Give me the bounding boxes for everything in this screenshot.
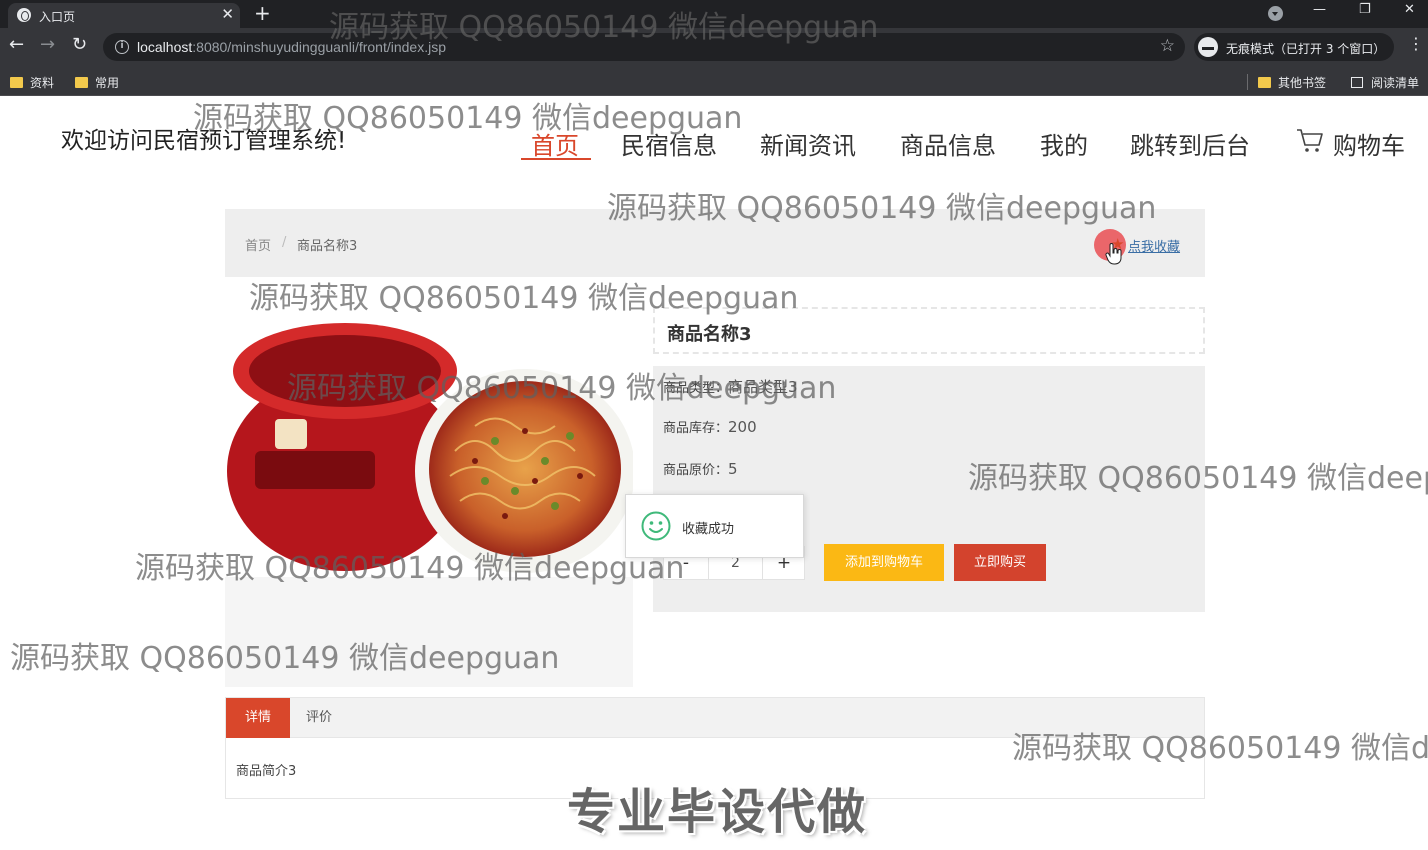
forward-arrow-icon[interactable]: → <box>40 36 55 54</box>
breadcrumb: 首页 / 商品名称3 ★ 点我收藏 <box>225 209 1205 277</box>
nav-mine[interactable]: 我的 <box>1040 126 1088 161</box>
globe-icon <box>17 8 31 22</box>
product-image <box>225 301 633 577</box>
product-description: 商品简介3 <box>236 764 297 779</box>
address-bar[interactable]: i localhost:8080/minshuyudingguanli/fron… <box>103 33 1185 61</box>
browser-tab[interactable]: 入口页 ✕ <box>8 3 240 28</box>
toast-message: 收藏成功 <box>682 522 735 537</box>
reading-list[interactable]: 阅读清单 <box>1351 74 1419 91</box>
incognito-icon <box>1198 37 1218 57</box>
nav-news[interactable]: 新闻资讯 <box>760 126 856 161</box>
folder-icon <box>10 77 23 88</box>
url-text[interactable]: localhost:8080/minshuyudingguanli/front/… <box>137 39 446 55</box>
incognito-label: 无痕模式（已打开 3 个窗口） <box>1226 42 1386 56</box>
folder-icon <box>75 77 88 88</box>
buy-now-button[interactable]: 立即购买 <box>954 544 1046 581</box>
breadcrumb-separator: / <box>282 235 287 250</box>
smile-icon <box>641 511 671 541</box>
product-stock-row: 商品库存：200 <box>663 418 757 436</box>
browser-titlebar: 入口页 ✕ + — ❐ ✕ <box>0 0 1428 28</box>
bookmarks-divider <box>1247 74 1248 90</box>
browser-menu-icon[interactable]: ⋮ <box>1408 36 1424 52</box>
incognito-indicator[interactable]: 无痕模式（已打开 3 个窗口） <box>1194 33 1394 61</box>
product-title-box: 商品名称3 <box>653 307 1205 354</box>
bookmark-star-icon[interactable]: ☆ <box>1160 36 1175 56</box>
product-info-panel: 商品类型：商品类型3 商品库存：200 商品原价：5 - 2 + 添加到购物车 … <box>653 366 1205 612</box>
site-info-icon[interactable]: i <box>115 40 129 54</box>
tab-close-icon[interactable]: ✕ <box>221 5 234 23</box>
hand-cursor-icon <box>1105 243 1122 265</box>
tabs-header: 详情 评价 <box>226 698 1204 738</box>
page-content: 欢迎访问民宿预订管理系统! 首页 民宿信息 新闻资讯 商品信息 我的 跳转到后台… <box>0 96 1428 850</box>
nav-homestay[interactable]: 民宿信息 <box>621 126 717 161</box>
reload-icon[interactable]: ↻ <box>72 36 87 54</box>
product-price-row: 商品原价：5 <box>663 460 738 478</box>
folder-icon <box>1258 77 1271 88</box>
product-type-row: 商品类型：商品类型3 <box>663 378 798 396</box>
product-title: 商品名称3 <box>667 324 752 345</box>
new-tab-button[interactable]: + <box>254 1 271 25</box>
browser-toolbar: ← → ↻ i localhost:8080/minshuyudingguanl… <box>0 28 1428 66</box>
breadcrumb-current: 商品名称3 <box>297 239 358 254</box>
bookmark-folder-ziliao[interactable]: 资料 <box>10 74 54 91</box>
nav-active-underline <box>521 158 591 160</box>
add-to-cart-button[interactable]: 添加到购物车 <box>824 544 944 581</box>
back-arrow-icon[interactable]: ← <box>9 36 24 54</box>
tab-title: 入口页 <box>39 10 76 24</box>
bookmarks-bar: 资料 常用 其他书签 阅读清单 <box>0 66 1428 96</box>
tab-review[interactable]: 评价 <box>306 698 332 738</box>
success-toast: 收藏成功 <box>625 494 804 558</box>
breadcrumb-home[interactable]: 首页 <box>245 235 271 254</box>
other-bookmarks[interactable]: 其他书签 <box>1258 74 1326 91</box>
reading-list-icon <box>1351 77 1363 88</box>
nav-backend[interactable]: 跳转到后台 <box>1130 126 1250 161</box>
nav-home[interactable]: 首页 <box>531 126 579 161</box>
minimize-button[interactable]: — <box>1313 2 1326 17</box>
nav-products[interactable]: 商品信息 <box>900 126 996 161</box>
site-welcome-title: 欢迎访问民宿预订管理系统! <box>61 128 347 154</box>
tab-search-icon[interactable] <box>1268 6 1283 21</box>
image-panel-background <box>225 577 633 687</box>
nav-cart[interactable]: 购物车 <box>1333 126 1405 161</box>
tab-detail[interactable]: 详情 <box>226 698 290 738</box>
favorite-link[interactable]: 点我收藏 <box>1128 236 1180 255</box>
close-window-button[interactable]: ✕ <box>1404 2 1415 17</box>
promo-banner-text: 专业毕设代做 <box>567 784 868 840</box>
shopping-cart-icon[interactable] <box>1296 128 1324 154</box>
restore-button[interactable]: ❐ <box>1359 2 1371 17</box>
bookmark-folder-changyong[interactable]: 常用 <box>75 74 119 91</box>
